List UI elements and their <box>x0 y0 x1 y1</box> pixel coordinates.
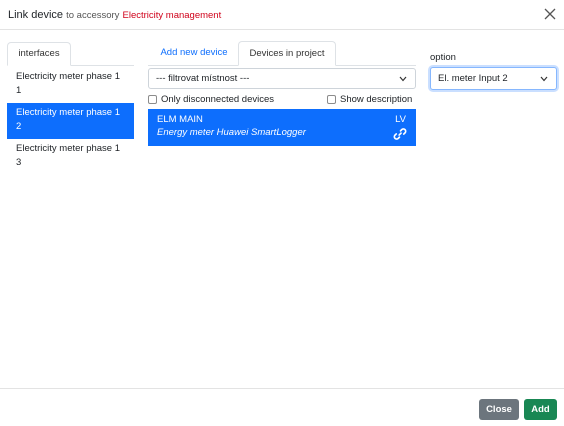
tab-interfaces[interactable]: interfaces <box>7 42 71 66</box>
device-item[interactable]: ELM MAIN Energy meter Huawei SmartLogger… <box>148 109 416 146</box>
chevron-down-icon <box>540 76 548 82</box>
interface-item-index: 3 <box>16 157 22 168</box>
interface-item-label: Electricity meter phase 1 <box>16 143 121 154</box>
interface-item-index: 1 <box>16 85 22 96</box>
add-button[interactable]: Add <box>524 399 557 420</box>
dialog-header: Link device to accessory Electricity man… <box>0 0 564 30</box>
option-value: El. meter Input 2 <box>438 73 508 84</box>
dialog-footer: Close Add <box>0 388 564 426</box>
interface-item-3[interactable]: Electricity meter phase 1 3 <box>7 139 134 175</box>
option-label: option <box>430 52 456 63</box>
interface-item-label: Electricity meter phase 1 <box>16 71 121 82</box>
room-filter-value: --- filtrovat místnost --- <box>156 73 250 84</box>
only-disconnected-checkbox[interactable]: Only disconnected devices <box>148 93 274 105</box>
interface-item-2[interactable]: Electricity meter phase 1 2 <box>7 103 134 139</box>
dialog-title-accessory: Electricity management <box>122 10 222 21</box>
tab-add-new-device[interactable]: Add new device <box>150 41 238 66</box>
interface-item-1[interactable]: Electricity meter phase 1 1 <box>7 67 134 103</box>
device-tag: LV <box>395 114 406 125</box>
dialog-title-main: Link device <box>8 9 64 21</box>
close-icon[interactable] <box>543 7 557 21</box>
show-description-checkbox[interactable]: Show description <box>327 93 412 105</box>
room-filter-select[interactable]: --- filtrovat místnost --- <box>148 68 416 89</box>
interfaces-tabbar: interfaces <box>7 42 134 66</box>
dialog-title: Link device to accessory Electricity man… <box>8 9 221 21</box>
interfaces-list: Electricity meter phase 1 1 Electricity … <box>7 67 134 175</box>
dialog-title-connector: to accessory <box>66 10 120 21</box>
tab-devices-in-project[interactable]: Devices in project <box>238 41 336 66</box>
interface-item-label: Electricity meter phase 1 <box>16 107 121 118</box>
chevron-down-icon <box>399 76 407 82</box>
only-disconnected-label: Only disconnected devices <box>161 93 275 105</box>
interface-item-index: 2 <box>16 121 22 132</box>
device-source-tabbar: Add new device Devices in project <box>148 41 416 66</box>
link-icon[interactable] <box>393 127 407 141</box>
checkbox-box[interactable] <box>327 94 336 104</box>
device-name: ELM MAIN <box>157 114 203 125</box>
close-button[interactable]: Close <box>479 399 519 420</box>
show-description-label: Show description <box>340 93 413 105</box>
option-select[interactable]: El. meter Input 2 <box>430 67 557 90</box>
device-description: Energy meter Huawei SmartLogger <box>157 127 306 138</box>
checkbox-box[interactable] <box>148 94 157 104</box>
